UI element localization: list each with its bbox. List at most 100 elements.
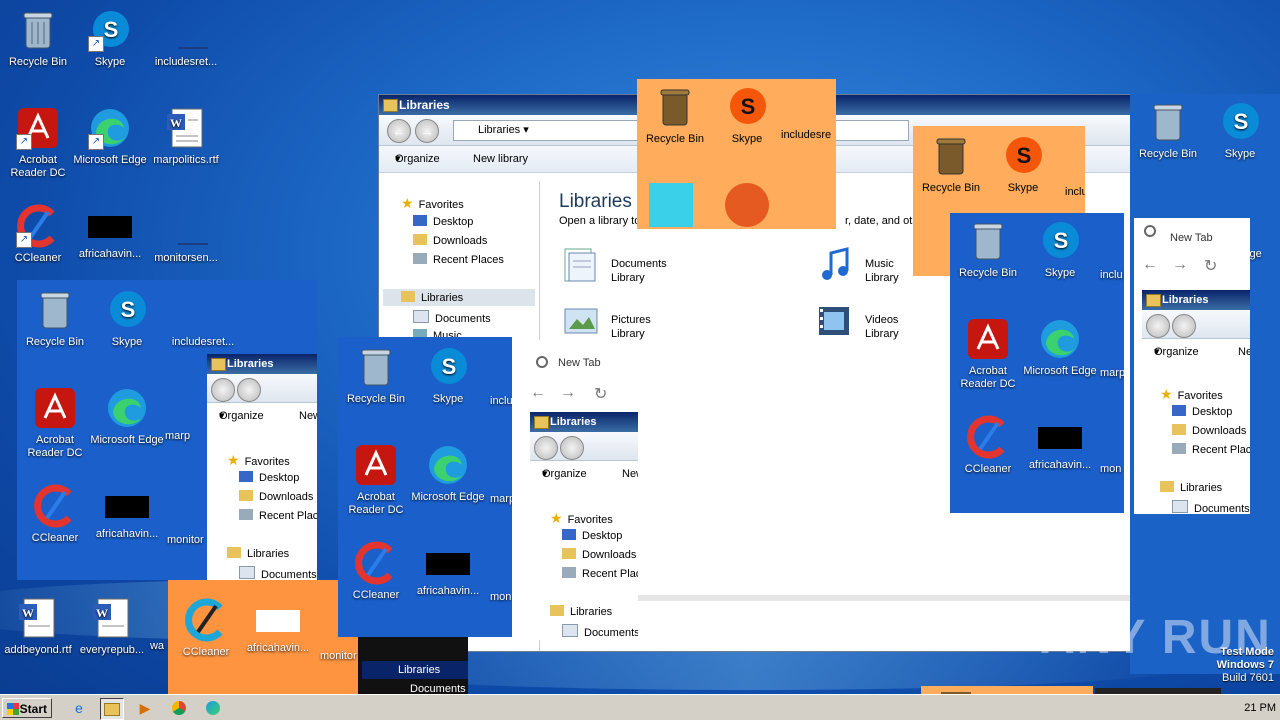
edge-shortcut[interactable]: ↗ Microsoft Edge — [72, 106, 148, 167]
back-arrow-icon[interactable]: ← — [530, 384, 546, 402]
inclu-file[interactable]: inclu — [1100, 269, 1124, 282]
forward-button[interactable]: → — [415, 119, 439, 143]
nav-desktop[interactable]: Desktop — [413, 215, 473, 228]
back-button[interactable] — [534, 436, 558, 460]
inclu-file[interactable]: inclu — [490, 395, 512, 408]
nav-recent-places[interactable]: Recent Plac — [562, 567, 638, 580]
back-button[interactable] — [1146, 314, 1170, 338]
nav-recent-places[interactable]: Recent Places — [413, 253, 504, 266]
nav-libraries[interactable]: Libraries — [383, 289, 535, 306]
skype-shortcut[interactable]: S Skype — [89, 288, 165, 349]
acrobat-shortcut[interactable]: Acrobat Reader DC — [17, 386, 93, 460]
library-pictures[interactable]: Pictures Library — [561, 301, 711, 345]
nav-recent-places[interactable]: Recent Plac — [239, 509, 317, 522]
nav-downloads[interactable]: Downloads — [413, 234, 487, 247]
nav-recent-places[interactable]: Recent Plac — [1172, 443, 1250, 456]
africahaving-file[interactable]: africahavin... — [1022, 415, 1098, 472]
nav-favorites[interactable]: ★ Favorites — [227, 452, 290, 469]
acrobat-shortcut[interactable]: Acrobat Reader DC — [950, 317, 1026, 391]
new-button[interactable]: New — [1238, 339, 1250, 365]
organize-button[interactable]: Organize ▾ — [219, 403, 264, 429]
recycle-bin-icon-item[interactable]: Recycle Bin — [17, 288, 93, 349]
includesret-file[interactable]: includesret... — [165, 288, 241, 349]
tab-label[interactable]: New Tab — [558, 357, 601, 369]
nav-favorites[interactable]: ★ Favorites — [401, 195, 464, 212]
nav-favorites[interactable]: ★ Favorites — [1160, 386, 1223, 403]
africahaving-file[interactable]: africahavin... — [240, 598, 316, 655]
skype-shortcut[interactable]: S Skype — [709, 85, 785, 146]
explorer-taskbar-icon[interactable] — [100, 698, 124, 720]
nav-downloads[interactable]: Downloads — [562, 548, 636, 561]
nav-downloads[interactable]: Downloads — [239, 490, 313, 503]
skype-shortcut[interactable]: S Skype — [1022, 219, 1098, 280]
nav-favorites[interactable]: ★ Favorites — [550, 510, 613, 527]
library-documents[interactable]: Documents Library — [561, 245, 711, 289]
browser-window-clone[interactable]: New Tab ← → ↻ Libraries Organize ▾ New ★ Fav… — [512, 340, 638, 640]
skype-shortcut[interactable]: S ↗ Skype — [72, 8, 148, 69]
ccleaner-shortcut[interactable]: CCleaner — [950, 415, 1026, 476]
organize-button[interactable]: Organize ▾ — [395, 146, 440, 172]
africahaving-file[interactable]: africahavin... — [410, 541, 486, 598]
organize-button[interactable]: Organize ▾ — [1154, 339, 1199, 365]
nav-libraries[interactable]: Libraries — [362, 661, 468, 679]
reload-icon[interactable]: ↻ — [1204, 256, 1217, 276]
skype-shortcut[interactable]: S Skype — [410, 345, 486, 406]
recycle-bin-icon-item[interactable]: Recycle Bin — [637, 85, 713, 146]
forward-arrow-icon[interactable]: → — [1172, 256, 1188, 274]
ccleaner-shortcut[interactable]: CCleaner — [338, 541, 414, 602]
nav-documents[interactable]: Documents — [1172, 500, 1250, 514]
new-library-button[interactable]: New library — [473, 146, 528, 172]
nav-libraries[interactable]: Libraries — [1160, 481, 1222, 494]
recycle-bin-icon-item[interactable]: Recycle Bin — [1130, 100, 1206, 161]
new-button[interactable]: New — [299, 403, 317, 429]
back-button[interactable]: ← — [387, 119, 411, 143]
back-arrow-icon[interactable]: ← — [1142, 256, 1158, 274]
nav-libraries[interactable]: Libraries — [550, 605, 612, 618]
forward-button[interactable] — [1172, 314, 1196, 338]
africahaving-file[interactable]: africahavin... — [89, 484, 165, 541]
new-button[interactable]: New — [622, 461, 638, 487]
acrobat-shortcut[interactable]: Acrobat Reader DC — [338, 443, 414, 517]
includesre-file[interactable]: includesre — [781, 129, 836, 142]
nav-desktop[interactable]: Desktop — [239, 471, 299, 484]
edge-shortcut[interactable]: Microsoft Edge — [89, 386, 165, 447]
edge-shortcut[interactable]: Microsoft Edge — [1022, 317, 1098, 378]
chrome-taskbar-icon[interactable] — [168, 698, 190, 718]
media-player-icon[interactable]: ▶ — [134, 698, 156, 718]
browser-window-clone[interactable]: New Tab ← → ↻ Libraries Organize ▾ New ★ Fav… — [1134, 218, 1250, 514]
back-button[interactable] — [211, 378, 235, 402]
forward-button[interactable] — [560, 436, 584, 460]
organize-button[interactable]: Organize ▾ — [542, 461, 587, 487]
recycle-bin-icon-item[interactable]: Recycle Bin — [950, 219, 1026, 280]
mon-file[interactable]: mon — [490, 591, 512, 604]
skype-shortcut[interactable]: S Skype — [985, 134, 1061, 195]
acrobat-shortcut[interactable]: ↗ Acrobat Reader DC — [0, 106, 76, 180]
marp-file[interactable]: marp — [1100, 367, 1124, 380]
nav-documents[interactable]: Documents — [413, 310, 491, 325]
nav-desktop[interactable]: Desktop — [1172, 405, 1232, 418]
nav-libraries[interactable]: Libraries — [227, 547, 289, 560]
tab-label[interactable]: New Tab — [1170, 232, 1213, 244]
nav-documents[interactable]: Documents — [239, 566, 317, 580]
ccleaner-shortcut[interactable]: CCleaner — [17, 484, 93, 545]
recycle-bin-icon-item[interactable]: Recycle Bin — [0, 8, 76, 69]
mon-file[interactable]: mon — [1100, 463, 1124, 476]
africahaving-file[interactable]: africahavin... — [72, 204, 148, 261]
internet-explorer-icon[interactable]: e — [68, 698, 90, 718]
forward-arrow-icon[interactable]: → — [560, 384, 576, 402]
monitorsen-file[interactable]: monitorsen... — [148, 204, 224, 265]
recycle-bin-icon-item[interactable]: Recycle Bin — [913, 134, 989, 195]
nav-downloads[interactable]: Downloads — [1172, 424, 1246, 437]
marpolitics-file[interactable]: marp — [165, 430, 205, 443]
nav-desktop[interactable]: Desktop — [562, 529, 622, 542]
reload-icon[interactable]: ↻ — [594, 384, 607, 404]
addbeyond-file[interactable]: W addbeyond.rtf — [0, 596, 76, 657]
ccleaner-shortcut[interactable]: CCleaner — [168, 598, 244, 659]
inclu-file[interactable]: inclu — [1065, 186, 1085, 199]
system-clock[interactable]: 21 PM — [1206, 698, 1280, 718]
ccleaner-shortcut[interactable]: ↗ CCleaner — [0, 204, 76, 265]
monitor-file[interactable]: monitor — [320, 650, 358, 663]
edge-shortcut[interactable]: Microsoft Edge — [410, 443, 486, 504]
recycle-bin-icon-item[interactable]: Recycle Bin — [338, 345, 414, 406]
marpolitics-file[interactable]: W marpolitics.rtf — [148, 106, 224, 167]
